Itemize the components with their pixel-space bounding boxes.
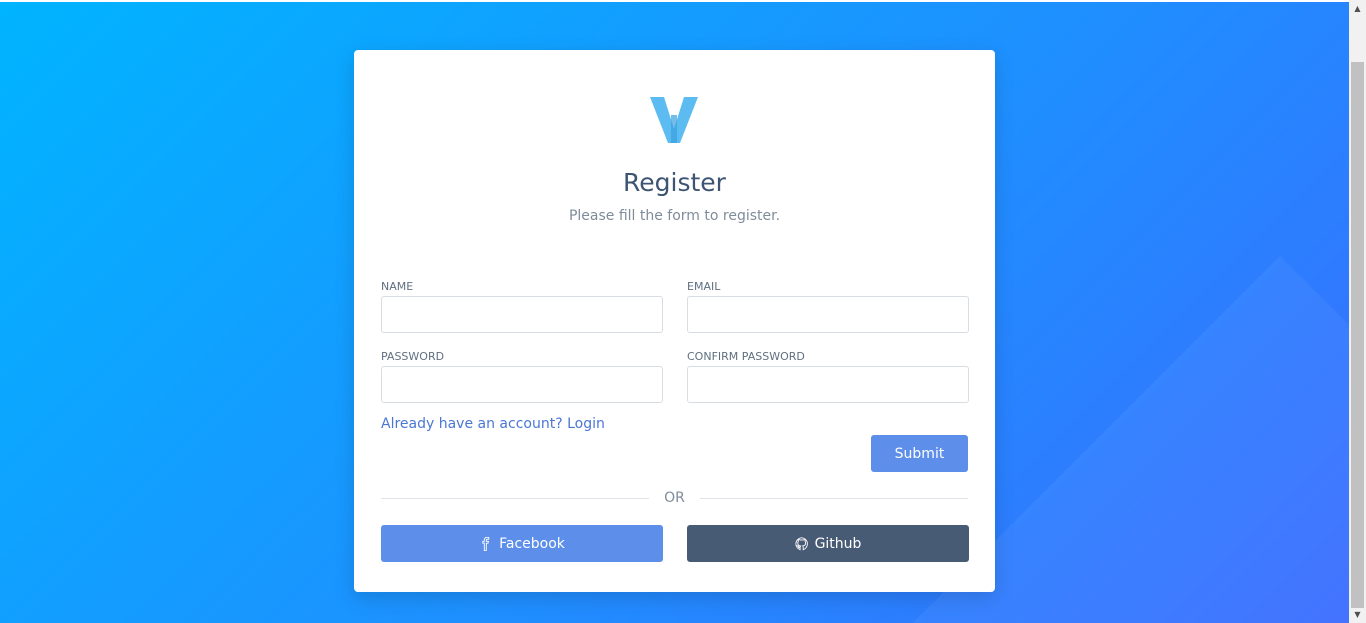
- divider-left: [381, 498, 649, 499]
- register-card: Register Please fill the form to registe…: [354, 50, 995, 592]
- confirm-password-input[interactable]: [687, 366, 969, 403]
- page-title: Register: [623, 168, 726, 197]
- login-link[interactable]: Already have an account? Login: [381, 416, 605, 432]
- email-input[interactable]: [687, 296, 969, 333]
- github-label: Github: [814, 535, 862, 552]
- github-button[interactable]: Github: [687, 525, 969, 562]
- scrollbar-thumb[interactable]: [1351, 62, 1364, 608]
- facebook-button[interactable]: Facebook: [381, 525, 663, 562]
- facebook-icon: [482, 536, 490, 551]
- github-icon: [795, 536, 808, 550]
- scroll-down-arrow-icon[interactable]: ▼: [1349, 606, 1366, 623]
- confirm-password-label: CONFIRM PASSWORD: [687, 350, 805, 363]
- page-subtitle: Please fill the form to register.: [568, 208, 781, 224]
- vertical-scrollbar[interactable]: ▲ ▼: [1349, 0, 1366, 623]
- scroll-up-arrow-icon[interactable]: ▲: [1349, 0, 1366, 17]
- divider-right: [700, 498, 968, 499]
- name-input[interactable]: [381, 296, 663, 333]
- submit-button[interactable]: Submit: [871, 435, 968, 472]
- password-label: PASSWORD: [381, 350, 445, 363]
- password-input[interactable]: [381, 366, 663, 403]
- page-background: Register Please fill the form to registe…: [0, 0, 1349, 623]
- brand-logo-icon: [650, 97, 698, 143]
- divider-or-label: OR: [664, 490, 685, 506]
- email-label: EMAIL: [687, 280, 721, 293]
- name-label: NAME: [381, 280, 414, 293]
- top-border: [0, 0, 1349, 2]
- facebook-label: Facebook: [499, 535, 565, 552]
